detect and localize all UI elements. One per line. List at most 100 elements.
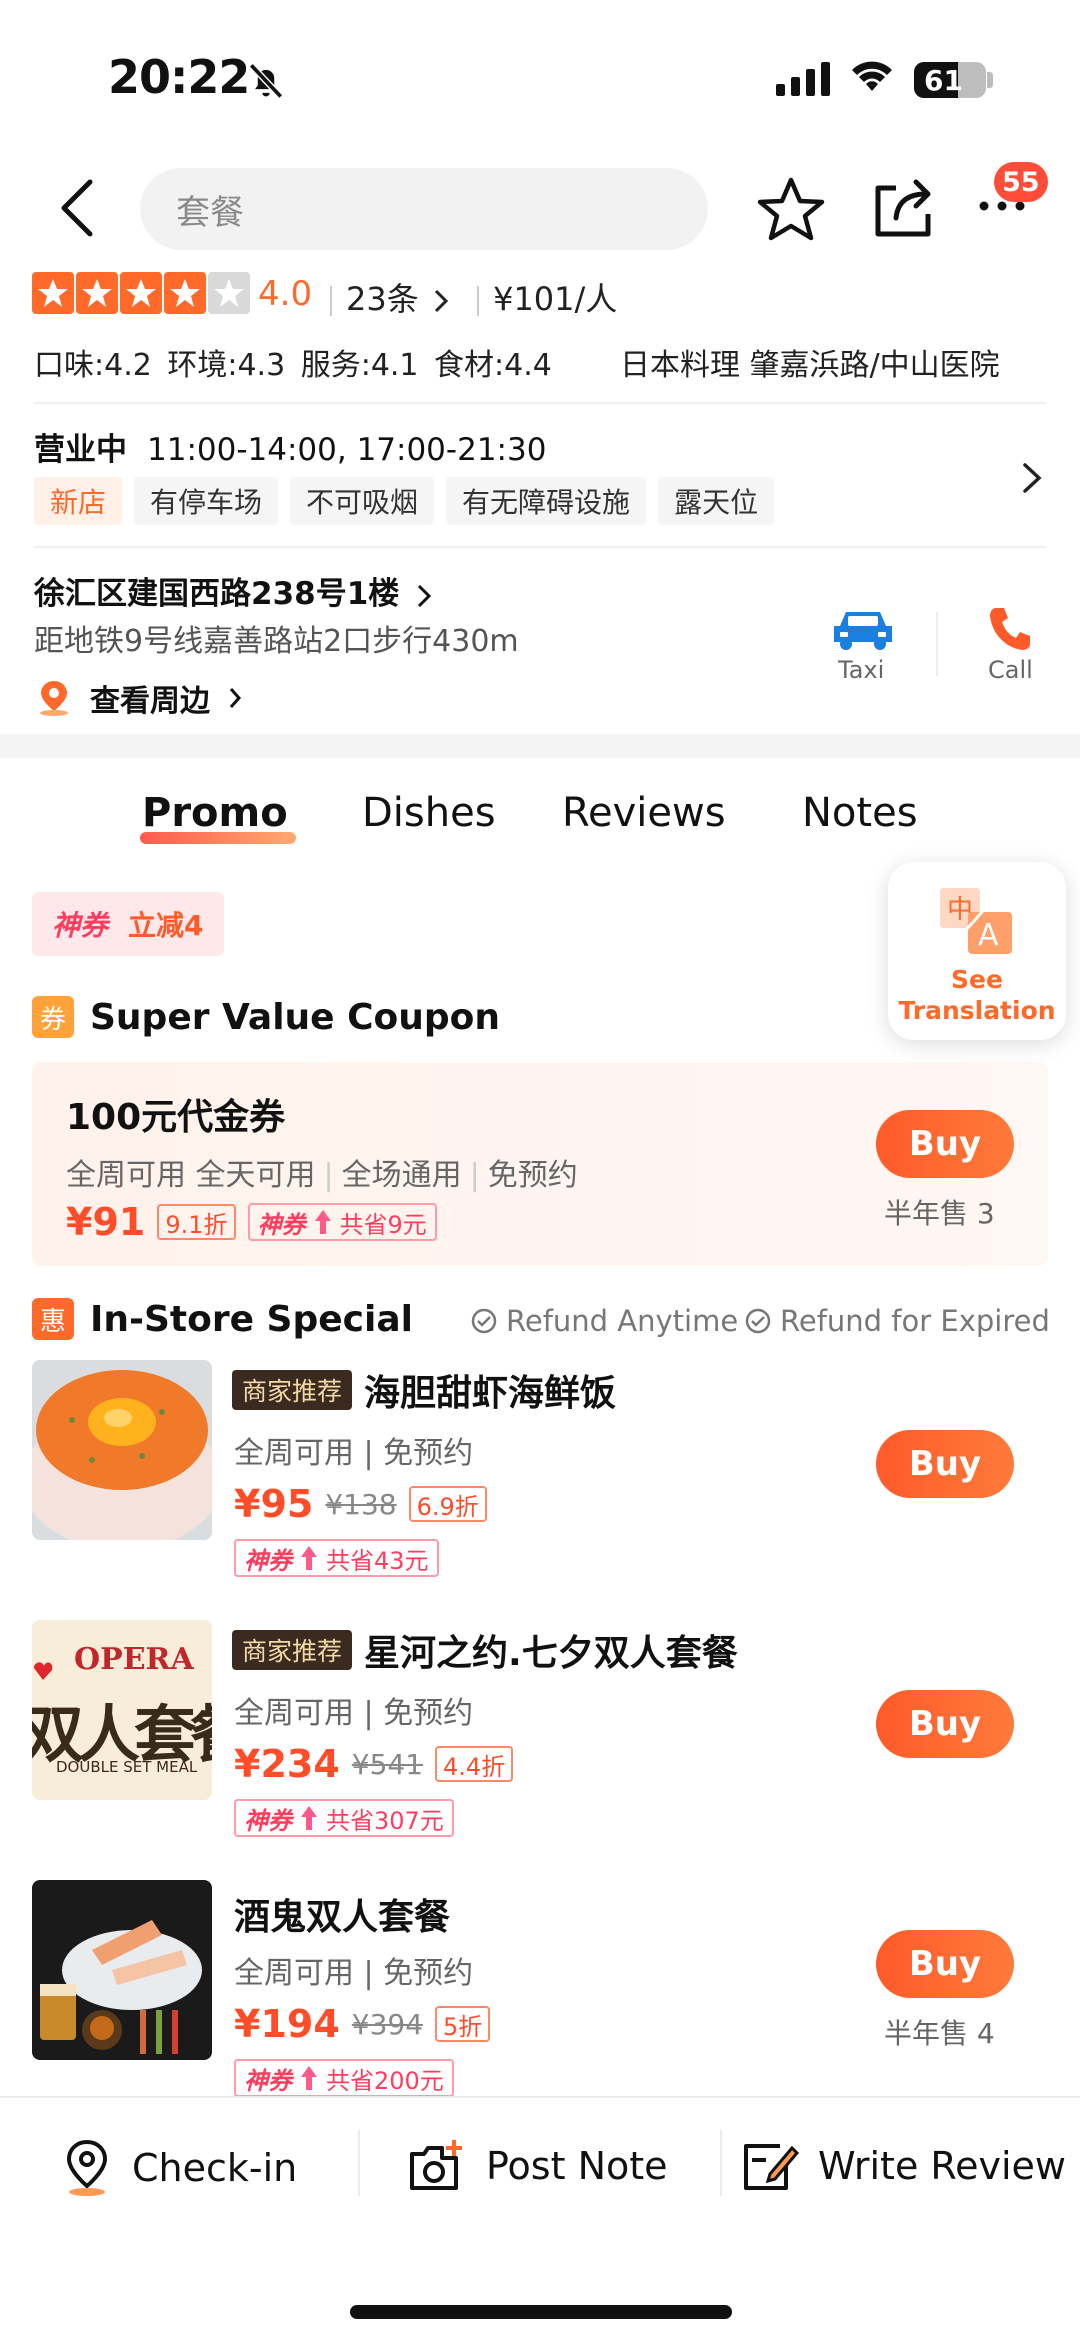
taxi-label[interactable]: Taxi [838,656,884,684]
battery-icon: 61 [914,62,986,98]
tab-promo[interactable]: Promo [142,790,288,836]
bell-muted-icon [248,63,284,99]
notification-badge: 55 [994,162,1048,202]
voucher-price-row: ¥91 9.1折 神券 共省9元 [66,1200,437,1244]
divider [936,612,938,676]
usage-1: 全周可用 全天可用 [66,1158,316,1193]
tag-accessible: 有无障碍设施 [446,477,647,525]
deal-title[interactable]: 酒鬼双人套餐 [234,1888,450,1940]
taxi-icon[interactable] [830,604,896,652]
hours-times: 11:00-14:00, 17:00-21:30 [147,432,547,468]
deal-image[interactable] [32,1360,212,1540]
buy-button[interactable]: Buy [876,1690,1014,1758]
write-review-button[interactable]: Write Review [740,2138,1066,2194]
special-section-icon: 惠 [32,1298,74,1340]
sold-count: 半年售 4 [884,2017,995,2050]
see-translation-button[interactable]: 中 A See Translation [888,862,1066,1040]
refund-anytime: Refund Anytime [470,1304,738,1338]
divider [34,402,1046,404]
favorite-star-icon[interactable] [756,176,826,242]
share-icon[interactable] [870,174,936,240]
home-indicator[interactable] [350,2305,732,2319]
status-time: 20:22 [108,50,250,104]
post-note-label: Post Note [486,2144,668,2188]
coupon-brand: 神券 [52,909,109,942]
deal-price: ¥234 [234,1742,340,1786]
original-price: ¥138 [325,1487,397,1521]
refund-expired: Refund for Expired [744,1304,1050,1338]
rating-meta[interactable]: 23条 ¥101/人 [330,274,617,320]
buy-button[interactable]: Buy [876,1430,1014,1498]
see-nearby-link[interactable]: 查看周边 [36,676,242,720]
divider [720,2130,722,2196]
review-count[interactable]: 23条 [346,280,419,318]
star-icon [76,272,118,314]
battery-cap [987,72,993,88]
chevron-right-icon [229,688,242,708]
write-review-label: Write Review [818,2144,1066,2188]
deal-price-row: ¥194 ¥394 5折 [234,2002,491,2046]
call-label[interactable]: Call [988,656,1033,684]
deal-image[interactable]: OPERA 双人套餐 DOUBLE SET MEAL [32,1620,212,1800]
usage-2: 全场通用 [341,1158,462,1193]
arrow-up-icon [314,1210,331,1234]
divider [34,546,1046,548]
check-in-label: Check-in [132,2146,298,2190]
wifi-icon [852,61,892,91]
category-location[interactable]: 日本料理 肇嘉浜路/中山医院 [620,340,1000,384]
savings-badge: 神券 共省9元 [247,1203,437,1241]
search-input[interactable]: 套餐 [140,168,708,250]
original-price: ¥541 [351,1747,424,1781]
star-icon [120,272,162,314]
save-brand: 神券 [244,2066,292,2095]
open-status: 营业中 [34,432,127,468]
divider [358,2130,360,2196]
tab-reviews[interactable]: Reviews [562,790,726,836]
save-text: 共省9元 [339,1210,427,1239]
tag-new-store: 新店 [34,477,123,525]
battery-level: 61 [924,64,963,97]
refund-anytime-label: Refund Anytime [506,1304,739,1338]
phone-icon[interactable] [988,604,1032,652]
original-price: ¥394 [351,2007,424,2041]
deal-price-row: ¥234 ¥541 4.4折 [234,1742,514,1786]
edit-review-icon [744,2144,800,2190]
voucher-usage: 全周可用 全天可用 | 全场通用 | 免预约 [66,1158,578,1193]
chevron-right-icon [434,289,449,313]
check-in-button[interactable]: Check-in [60,2138,297,2198]
tag-no-smoking: 不可吸烟 [290,477,435,525]
star-icon [208,272,250,314]
buy-button[interactable]: Buy [876,1110,1014,1178]
coupon-chip[interactable]: 神券 立减4 [32,892,224,956]
back-arrow-icon[interactable] [56,176,96,240]
tab-notes[interactable]: Notes [802,790,918,836]
discount-badge: 9.1折 [157,1204,236,1240]
deal-image[interactable] [32,1880,212,2060]
address[interactable]: 徐汇区建国西路238号1楼 [34,568,432,613]
svg-text:A: A [978,918,999,953]
tab-dishes[interactable]: Dishes [362,790,496,836]
deal-title[interactable]: 星河之约.七夕双人套餐 [364,1624,738,1676]
chevron-right-icon[interactable] [1020,460,1044,496]
super-value-header: 券 Super Value Coupon [32,996,500,1038]
business-hours[interactable]: 营业中 11:00-14:00, 17:00-21:30 [34,424,546,469]
save-text: 共省307元 [326,1806,444,1835]
coupon-section-icon: 券 [32,996,74,1038]
deal-title-row: 商家推荐 海胆甜虾海鲜饭 [232,1364,616,1416]
star-icon [164,272,206,314]
star-icon [32,272,74,314]
post-note-button[interactable]: Post Note [406,2138,668,2194]
deal-title-row: 商家推荐 星河之约.七夕双人套餐 [232,1624,738,1676]
save-text: 共省200元 [326,2066,444,2095]
merchant-recommend-badge: 商家推荐 [232,1630,353,1670]
section-title: Super Value Coupon [90,996,501,1038]
sub-scores: 口味:4.2 环境:4.3 服务:4.1 食材:4.4 [34,348,552,383]
save-brand: 神券 [257,1210,306,1239]
buy-button[interactable]: Buy [876,1930,1014,1998]
thumb-double-set-text: DOUBLE SET MEAL [56,1758,198,1776]
section-title: In-Store Special [90,1298,413,1340]
savings-badge: 神券 共省43元 [234,1539,439,1577]
deal-title[interactable]: 海胆甜虾海鲜饭 [364,1364,616,1416]
usage-3: 免预约 [487,1158,578,1193]
location-pin-icon [66,2139,108,2196]
